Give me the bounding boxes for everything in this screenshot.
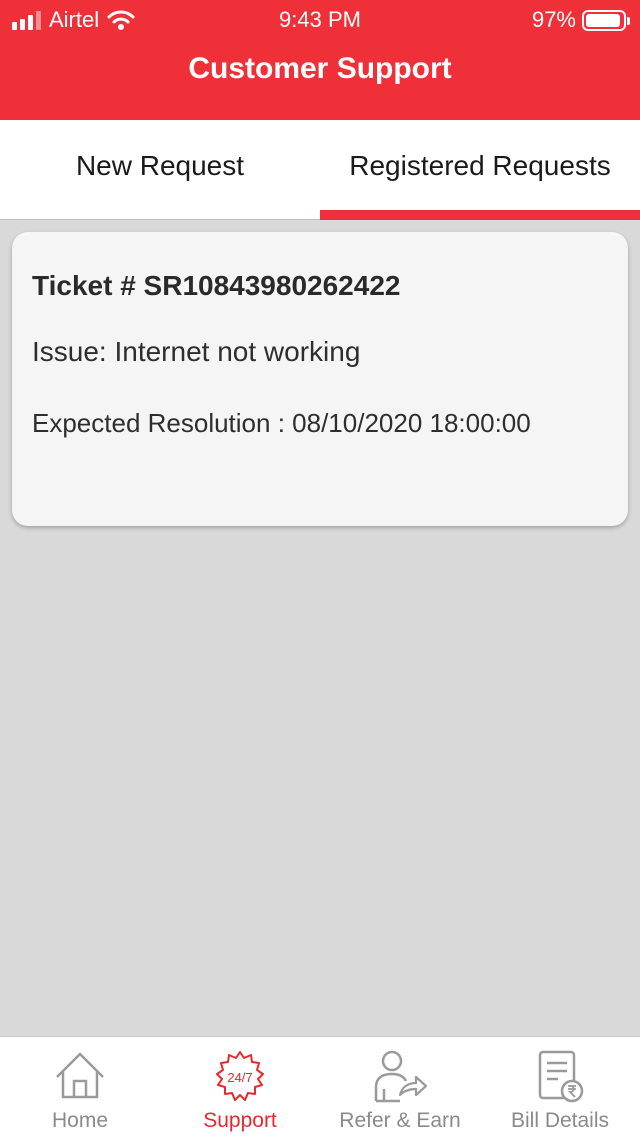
tab-registered-requests[interactable]: Registered Requests (320, 120, 640, 220)
tab-label: Registered Requests (349, 149, 611, 181)
nav-item-home[interactable]: Home (0, 1037, 160, 1136)
status-bar: Airtel 9:43 PM 97% (0, 0, 640, 40)
ticket-expected-resolution: Expected Resolution : 08/10/2020 18:00:0… (32, 408, 531, 438)
tab-label: New Request (75, 149, 245, 181)
support-24-7-icon: 24/7 (216, 1051, 264, 1101)
bottom-nav: Home 24/7 Support Refer & Earn Bill Deta… (0, 1036, 640, 1136)
request-tabs: New Request Registered Requests (0, 120, 640, 220)
status-bar-right: 97% (531, 7, 630, 33)
tab-new-request[interactable]: New Request (0, 120, 320, 219)
app-header: Airtel 9:43 PM 97% Customer Support (0, 0, 640, 120)
home-icon (56, 1052, 104, 1099)
nav-label: Refer & Earn (339, 1109, 461, 1132)
ticket-number: Ticket # SR10843980262422 (32, 270, 401, 301)
refer-earn-icon (374, 1050, 428, 1103)
page-title: Customer Support (188, 52, 452, 85)
nav-label: Bill Details (510, 1109, 610, 1132)
ticket-issue: Issue: Internet not working (32, 336, 361, 367)
nav-label: Support (203, 1109, 277, 1132)
nav-item-bill-details[interactable]: Bill Details (480, 1037, 640, 1136)
support-icon-text: 24/7 (227, 1070, 252, 1085)
nav-item-support[interactable]: 24/7 Support (160, 1037, 320, 1136)
battery-icon (582, 9, 630, 31)
battery-percent: 97% (531, 7, 576, 32)
bill-details-icon (538, 1050, 584, 1103)
nav-label: Home (51, 1109, 109, 1132)
ticket-card[interactable]: Ticket # SR10843980262422 Issue: Interne… (12, 232, 628, 526)
nav-item-refer-earn[interactable]: Refer & Earn (320, 1037, 480, 1136)
